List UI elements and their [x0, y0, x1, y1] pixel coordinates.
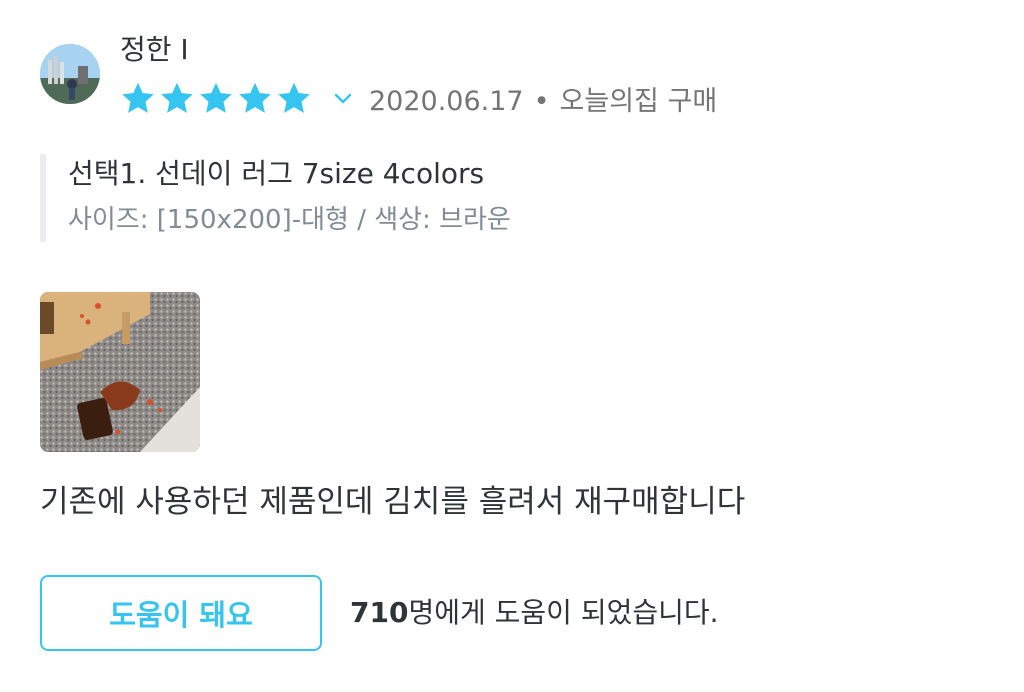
star-icon	[200, 82, 232, 113]
star-icon	[278, 82, 310, 113]
avatar-photo	[40, 44, 100, 104]
star-rating	[120, 80, 315, 116]
rating-row: 2020.06.17 • 오늘의집 구매	[120, 78, 717, 118]
option-detail: 사이즈: [150x200]-대형 / 색상: 브라운	[68, 205, 511, 235]
review-date: 2020.06.17	[369, 85, 524, 117]
helpful-count-number: 710	[350, 596, 409, 629]
review-photo-image	[40, 292, 200, 452]
avatar[interactable]	[40, 44, 100, 104]
review-text: 기존에 사용하던 제품인데 김치를 흘려서 재구매합니다	[40, 484, 746, 520]
review-meta: 2020.06.17 • 오늘의집 구매	[369, 79, 717, 118]
star-icon	[161, 82, 193, 113]
helpful-count: 710명에게 도움이 되었습니다.	[350, 590, 719, 636]
meta-separator: •	[533, 85, 550, 117]
chevron-down-icon[interactable]	[323, 78, 363, 118]
helpful-count-suffix: 명에게 도움이 되었습니다.	[408, 596, 719, 629]
star-icon	[239, 82, 271, 113]
option-title: 선택1. 선데이 러그 7size 4colors	[68, 157, 485, 190]
purchased-option: 선택1. 선데이 러그 7size 4colors 사이즈: [150x200]…	[40, 154, 511, 242]
reviewer-name[interactable]: 정한 I	[120, 30, 189, 70]
purchase-source: 오늘의집 구매	[559, 85, 718, 117]
helpful-button[interactable]: 도움이 돼요	[40, 575, 322, 651]
review-photo[interactable]	[40, 292, 200, 452]
star-icon	[122, 82, 154, 113]
